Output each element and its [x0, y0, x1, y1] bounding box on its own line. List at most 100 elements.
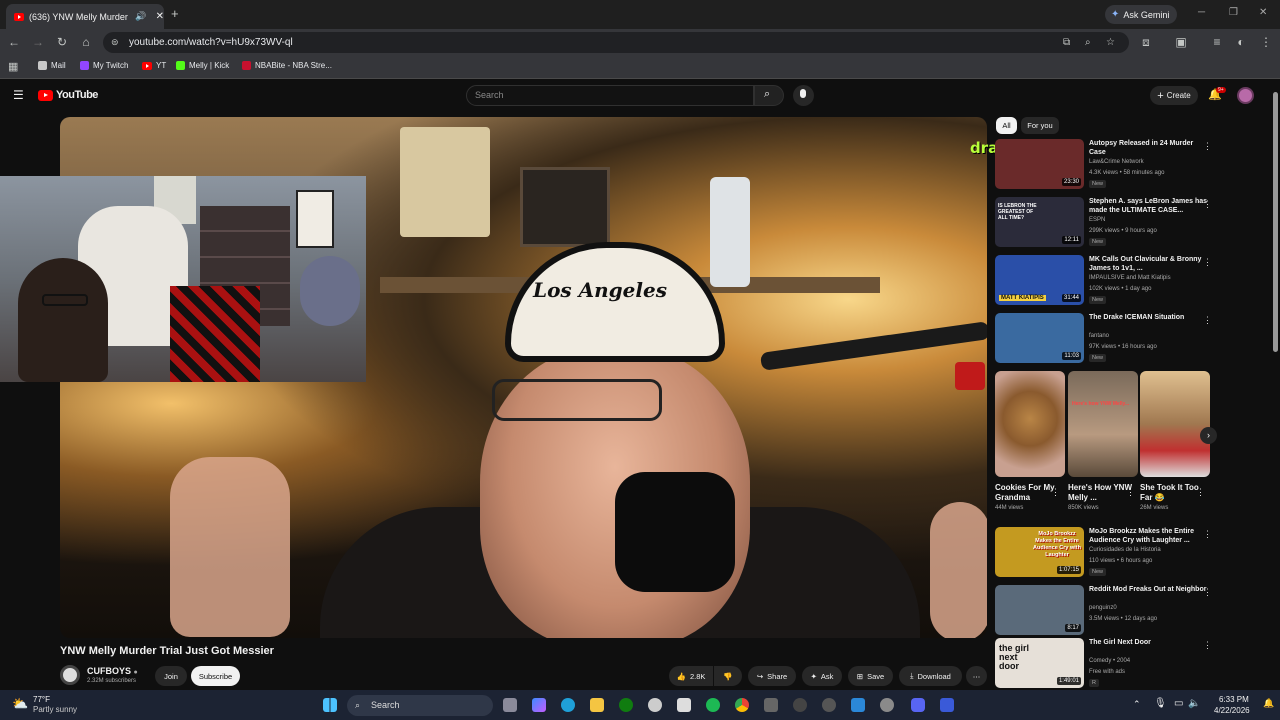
photos-icon[interactable]	[851, 698, 865, 712]
video-title[interactable]: The Girl Next Door	[1089, 638, 1211, 647]
extensions-icon[interactable]: ⧈	[1138, 34, 1154, 50]
spotify-icon[interactable]	[706, 698, 720, 712]
video-title[interactable]: MK Calls Out Clavicular & Bronny James t…	[1089, 255, 1211, 273]
settings-gear-icon[interactable]	[880, 698, 894, 712]
show-hidden-icons-chevron-icon[interactable]: ⌃	[1133, 699, 1141, 710]
short-item[interactable]: Here's how YNW Melly... Here's How YNW M…	[1068, 371, 1138, 511]
video-thumbnail[interactable]: 11:03	[995, 313, 1084, 363]
more-actions-button[interactable]: ⋯	[966, 666, 987, 686]
short-item[interactable]: She Took It Too Far 😂 26M views ⋮	[1140, 371, 1210, 511]
address-bar[interactable]: ⊜ youtube.com/watch?v=hU9x73WV-ql ⧉ ⌕ ☆	[103, 32, 1129, 53]
like-button[interactable]: 👍 2.8K	[669, 666, 713, 686]
more-options-icon[interactable]: ⋮	[1203, 315, 1212, 326]
taskbar-search[interactable]: ⌕ Search	[347, 695, 493, 716]
download-button[interactable]: ⤓ Download	[899, 666, 962, 686]
video-thumbnail[interactable]: 1:07:15 MoJo Brookzz Makes the Entire Aud…	[995, 527, 1084, 577]
notification-bell-icon[interactable]: 🔔	[1263, 698, 1274, 709]
edge-icon[interactable]	[561, 698, 575, 712]
ask-gemini-button[interactable]: ✦ Ask Gemini	[1105, 5, 1177, 24]
app-icon[interactable]	[764, 698, 778, 712]
profile-icon[interactable]: ◐	[1233, 34, 1249, 50]
channel-name[interactable]: fantano	[1089, 333, 1109, 339]
short-more-icon[interactable]: ⋮	[1051, 487, 1060, 498]
channel-name[interactable]: CUFBOYS ●	[87, 666, 138, 676]
bookmark-star-icon[interactable]: ☆	[1106, 37, 1115, 48]
site-info-icon[interactable]: ⊜	[111, 37, 119, 48]
more-options-icon[interactable]: ⋮	[1203, 257, 1212, 268]
install-app-icon[interactable]: ⧉	[1063, 37, 1070, 48]
new-tab-button[interactable]: +	[171, 6, 179, 21]
media-controls-icon[interactable]: ≡	[1209, 34, 1225, 50]
xbox-icon[interactable]	[619, 698, 633, 712]
hamburger-menu-icon[interactable]: ☰	[13, 88, 24, 102]
recommended-video[interactable]: 1:07:15 MoJo Brookzz Makes the Entire Aud…	[995, 527, 1220, 579]
subscribe-button[interactable]: Subscribe	[191, 666, 240, 686]
minimize-window-icon[interactable]: ─	[1198, 7, 1205, 18]
clock-date[interactable]: 4/22/2026	[1214, 706, 1250, 715]
browser-tab-youtube[interactable]: (636) YNW Melly Murder Tr 🔊 ✕	[6, 4, 164, 29]
short-more-icon[interactable]: ⋮	[1126, 487, 1135, 498]
avatar[interactable]	[1237, 87, 1254, 104]
more-options-icon[interactable]: ⋮	[1203, 529, 1212, 540]
more-options-icon[interactable]: ⋮	[1203, 199, 1212, 210]
app-icon[interactable]	[940, 698, 954, 712]
store-icon[interactable]	[677, 698, 691, 712]
dislike-button[interactable]: 👎	[714, 666, 742, 686]
recommended-video[interactable]: 31:44 MATT KIATIPIS MK Calls Out Clavicula…	[995, 255, 1220, 307]
network-icon[interactable]: ▭	[1174, 698, 1183, 709]
video-title[interactable]: MoJo Brookzz Makes the Entire Audience C…	[1089, 527, 1211, 545]
browser-menu-icon[interactable]: ⋮	[1258, 34, 1274, 50]
chip-for-you[interactable]: For you	[1021, 117, 1059, 134]
file-explorer-icon[interactable]	[590, 698, 604, 712]
page-scrollbar[interactable]	[1271, 80, 1280, 686]
home-icon[interactable]: ⌂	[78, 34, 94, 50]
microphone-tray-icon[interactable]: 🎙	[1154, 698, 1167, 709]
bookmark-kick[interactable]: Melly | Kick	[176, 61, 229, 70]
more-options-icon[interactable]: ⋮	[1203, 640, 1212, 651]
app-icon[interactable]	[822, 698, 836, 712]
video-title[interactable]: Stephen A. says LeBron James has made th…	[1089, 197, 1211, 215]
search-input[interactable]: Search	[466, 85, 754, 106]
clock-time[interactable]: 6:33 PM	[1219, 695, 1249, 704]
weather-icon[interactable]: ⛅	[12, 696, 28, 712]
short-more-icon[interactable]: ⋮	[1196, 487, 1205, 498]
bookmark-mail[interactable]: Mail	[38, 61, 66, 70]
channel-name[interactable]: ESPN	[1089, 217, 1105, 223]
create-button[interactable]: + Create	[1150, 86, 1198, 105]
apps-grid-icon[interactable]: ▦	[8, 60, 18, 73]
channel-name[interactable]: penguinz0	[1089, 605, 1117, 611]
video-thumbnail[interactable]: 12:11 IS LEBRON THE GREATEST OF ALL TIME?	[995, 197, 1084, 247]
shorts-next-chevron-icon[interactable]: ›	[1200, 427, 1217, 444]
video-thumbnail[interactable]: 23:30	[995, 139, 1084, 189]
recommended-video[interactable]: 23:30 Autopsy Released in 24 Murder Case L…	[995, 139, 1220, 191]
bookmark-twitch[interactable]: My Twitch	[80, 61, 128, 70]
volume-icon[interactable]: 🔈	[1188, 698, 1200, 709]
task-view-icon[interactable]	[503, 698, 517, 712]
channel-avatar[interactable]	[60, 665, 80, 685]
speaker-icon[interactable]: 🔊	[135, 11, 146, 22]
channel-name[interactable]: IMPAULSIVE and Matt Kiatipis	[1089, 275, 1171, 281]
chrome-icon[interactable]	[735, 698, 749, 712]
video-title[interactable]: Autopsy Released in 24 Murder Case	[1089, 139, 1211, 157]
bookmark-nbabite[interactable]: NBABite - NBA Stre...	[242, 61, 332, 70]
recommended-video[interactable]: 12:11 IS LEBRON THE GREATEST OF ALL TIME?…	[995, 197, 1220, 249]
github-icon[interactable]	[648, 698, 662, 712]
channel-name[interactable]: Comedy • 2004	[1089, 658, 1130, 664]
discord-icon[interactable]	[911, 698, 925, 712]
media-player-icon[interactable]	[793, 698, 807, 712]
forward-icon[interactable]: →	[30, 34, 46, 50]
scrollbar-thumb[interactable]	[1273, 92, 1278, 352]
channel-name[interactable]: Law&Crime Network	[1089, 159, 1144, 165]
restore-window-icon[interactable]: ❐	[1229, 7, 1238, 18]
close-window-icon[interactable]: ✕	[1259, 7, 1267, 18]
share-button[interactable]: ↪ Share	[748, 666, 796, 686]
more-options-icon[interactable]: ⋮	[1203, 141, 1212, 152]
recommended-video[interactable]: 11:03 The Drake ICEMAN Situation fantano 97…	[995, 313, 1220, 365]
short-item[interactable]: Cookies For My Grandma 44M views ⋮	[995, 371, 1065, 511]
video-thumbnail[interactable]: 1:49:01 the girl next door	[995, 638, 1084, 688]
sidepanel-icon[interactable]: ▣	[1173, 34, 1189, 50]
bookmark-yt[interactable]: YT	[142, 61, 166, 70]
video-thumbnail[interactable]: 31:44 MATT KIATIPIS	[995, 255, 1084, 305]
recommended-video[interactable]: 1:49:01 the girl next door The Girl Next D…	[995, 638, 1220, 690]
voice-search-button[interactable]	[793, 85, 814, 106]
